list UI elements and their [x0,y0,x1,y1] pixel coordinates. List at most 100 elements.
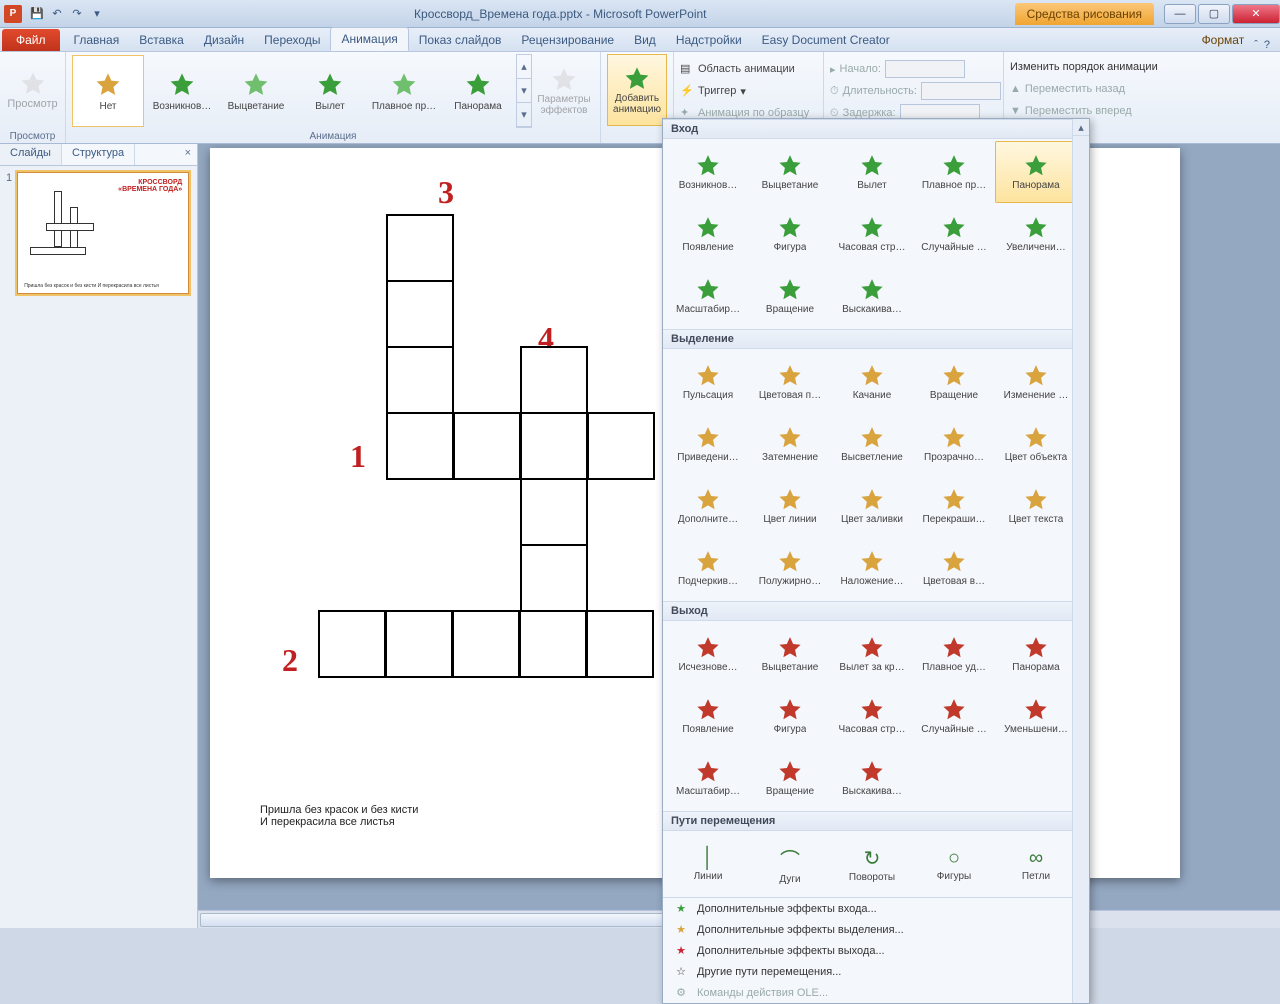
cell[interactable] [386,412,454,480]
effect-item[interactable]: Плавное уд… [913,623,995,685]
effect-item[interactable]: Панорама [995,141,1077,203]
qat-save-icon[interactable]: 💾 [28,5,46,23]
tab-review[interactable]: Рецензирование [511,29,624,51]
cell[interactable] [386,214,454,282]
tab-home[interactable]: Главная [64,29,130,51]
motion-path-item[interactable]: │Линии [667,833,749,895]
gallery-down-icon[interactable]: ▾ [517,79,531,103]
anim-pane-button[interactable]: ▤Область анимации [680,58,795,80]
cell[interactable] [519,610,587,678]
effect-item[interactable]: Вылет [831,141,913,203]
more-exit[interactable]: ★Дополнительные эффекты выхода... [663,940,1089,961]
effect-item[interactable]: Масштабир… [667,747,749,809]
pane-tab-outline[interactable]: Структура [62,144,135,165]
effect-item[interactable]: Исчезнове… [667,623,749,685]
slide-thumbnail[interactable]: КРОССВОРД «ВРЕМЕНА ГОДА» Пришла без крас… [17,172,189,294]
effect-item[interactable]: Затемнение [749,413,831,475]
more-motion[interactable]: ☆Другие пути перемещения... [663,961,1089,982]
effect-item[interactable]: Высветление [831,413,913,475]
anim-float[interactable]: Плавное пр… [368,55,440,127]
minimize-ribbon-icon[interactable]: ˆ [1254,39,1258,51]
effect-item[interactable]: Качание [831,351,913,413]
anim-split[interactable]: Панорама [442,55,514,127]
effect-item[interactable]: Возникнов… [667,141,749,203]
effect-item[interactable]: Изменение … [995,351,1077,413]
cell[interactable] [453,412,521,480]
effect-item[interactable]: Случайные … [913,203,995,265]
qat-redo-icon[interactable]: ↷ [68,5,86,23]
effect-item[interactable]: Вращение [749,747,831,809]
effect-item[interactable]: Перекраши… [913,475,995,537]
motion-path-item[interactable]: ⌒Дуги [749,833,831,895]
effect-item[interactable]: Цветовая п… [749,351,831,413]
effect-item[interactable]: Появление [667,685,749,747]
effect-item[interactable]: Наложение… [831,537,913,599]
effect-item[interactable]: Появление [667,203,749,265]
qat-more-icon[interactable]: ▾ [88,5,106,23]
effect-item[interactable]: Масштабир… [667,265,749,327]
pane-tab-slides[interactable]: Слайды [0,144,62,165]
anim-fade[interactable]: Выцветание [220,55,292,127]
file-tab[interactable]: Файл [2,29,60,51]
effect-item[interactable]: Цвет объекта [995,413,1077,475]
effect-item[interactable]: Дополните… [667,475,749,537]
effect-item[interactable]: Выскакива… [831,747,913,809]
cell[interactable] [520,412,588,480]
minimize-button[interactable]: ― [1164,4,1196,24]
effect-item[interactable]: Выскакива… [831,265,913,327]
motion-path-item[interactable]: ↻Повороты [831,833,913,895]
tab-animation[interactable]: Анимация [330,27,408,51]
anim-appear[interactable]: Возникнов… [146,55,218,127]
effect-item[interactable]: Приведени… [667,413,749,475]
effect-item[interactable]: Уменьшени… [995,685,1077,747]
qat-undo-icon[interactable]: ↶ [48,5,66,23]
cell[interactable] [586,610,654,678]
maximize-button[interactable]: ▢ [1198,4,1230,24]
effect-item[interactable]: Фигура [749,685,831,747]
effect-item[interactable]: Часовая стр… [831,685,913,747]
effect-item[interactable]: Выцветание [749,623,831,685]
effect-item[interactable]: Выцветание [749,141,831,203]
cell[interactable] [587,412,655,480]
effect-item[interactable]: Вращение [913,351,995,413]
cell[interactable] [452,610,520,678]
tab-view[interactable]: Вид [624,29,666,51]
effect-item[interactable]: Подчеркив… [667,537,749,599]
tab-insert[interactable]: Вставка [129,29,194,51]
tab-transitions[interactable]: Переходы [254,29,330,51]
effect-item[interactable]: Фигура [749,203,831,265]
tab-addins[interactable]: Надстройки [666,29,752,51]
more-entrance[interactable]: ★Дополнительные эффекты входа... [663,898,1089,919]
cell[interactable] [386,280,454,348]
motion-path-item[interactable]: ∞Петли [995,833,1077,895]
tab-slideshow[interactable]: Показ слайдов [409,29,512,51]
help-icon[interactable]: ? [1264,39,1270,51]
effect-item[interactable]: Прозрачно… [913,413,995,475]
effect-item[interactable]: Увеличени… [995,203,1077,265]
cell[interactable] [385,610,453,678]
effect-item[interactable]: Цвет текста [995,475,1077,537]
anim-none[interactable]: Нет [72,55,144,127]
trigger-button[interactable]: ⚡Триггер▾ [680,80,746,102]
pane-close-icon[interactable]: × [179,144,197,165]
cell[interactable] [520,346,588,414]
tab-format[interactable]: Формат [1192,29,1255,51]
effect-item[interactable]: Цвет заливки [831,475,913,537]
effect-item[interactable]: Пульсация [667,351,749,413]
add-animation-button[interactable]: Добавить анимацию [607,54,667,126]
effect-item[interactable]: Плавное пр… [913,141,995,203]
tab-design[interactable]: Дизайн [194,29,254,51]
gallery-up-icon[interactable]: ▴ [517,55,531,79]
tab-easydoc[interactable]: Easy Document Creator [752,29,900,51]
scroll-up-icon[interactable]: ▴ [1073,119,1089,136]
effect-item[interactable]: Случайные … [913,685,995,747]
cell[interactable] [318,610,386,678]
gallery-more-icon[interactable]: ▾ [517,103,531,127]
effect-item[interactable]: Цвет линии [749,475,831,537]
cell[interactable] [386,346,454,414]
close-button[interactable]: ✕ [1232,4,1280,24]
effect-item[interactable]: Часовая стр… [831,203,913,265]
effect-item[interactable]: Панорама [995,623,1077,685]
effect-item[interactable]: Полужирно… [749,537,831,599]
more-emphasis[interactable]: ★Дополнительные эффекты выделения... [663,919,1089,940]
